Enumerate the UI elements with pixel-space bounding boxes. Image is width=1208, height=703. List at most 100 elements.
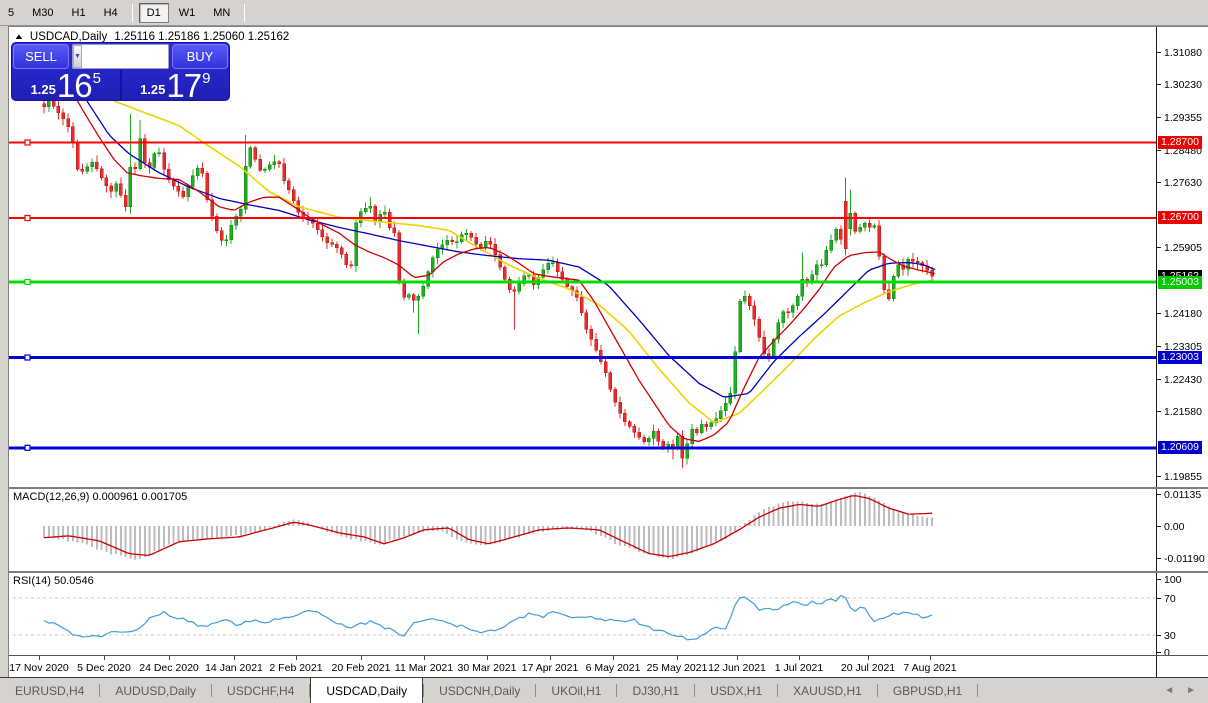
price-tick-label: 1.22430 xyxy=(1164,373,1202,386)
price-tick-label: 1.30230 xyxy=(1164,79,1202,92)
timeframe-button-d1[interactable]: D1 xyxy=(138,2,169,23)
date-tick-label: 1 Jul 2021 xyxy=(774,662,824,674)
price-tick-label: 1.24180 xyxy=(1164,307,1202,320)
price-tick-label: 1.21580 xyxy=(1164,405,1202,418)
date-tick-label: 24 Dec 2020 xyxy=(139,662,199,674)
tab-scroll-right-icon[interactable]: ► xyxy=(1186,685,1196,696)
tab-scroll-left-icon[interactable]: ◄ xyxy=(1164,685,1174,696)
sell-button[interactable]: SELL xyxy=(13,44,69,69)
rsi-indicator-label: RSI(14) 50.0546 xyxy=(13,575,94,587)
rsi-pane-canvas[interactable] xyxy=(9,573,1156,656)
one-click-trade-panel: SELL ▼ ▲ BUY 1.25 16 5 xyxy=(11,42,230,101)
timeframe-toolbar: 5 M30 H1 H4 D1 W1 MN xyxy=(0,0,1208,26)
tab-audusd-daily[interactable]: AUDUSD,Daily xyxy=(100,678,211,703)
date-tick-label: 17 Apr 2021 xyxy=(521,662,579,674)
tab-dj30-h1[interactable]: DJ30,H1 xyxy=(617,678,694,703)
timeframe-button-h1[interactable]: H1 xyxy=(64,3,94,23)
date-tick-mark xyxy=(169,656,170,660)
macd-tick-label: -0.01190 xyxy=(1164,553,1205,565)
rsi-tick-label: 0 xyxy=(1164,646,1170,659)
date-tick-mark xyxy=(296,656,297,660)
price-level-badge: 1.20609 xyxy=(1158,441,1202,455)
axis-tick-mark xyxy=(1157,52,1161,53)
buy-button[interactable]: BUY xyxy=(172,44,228,69)
date-tick-mark xyxy=(930,656,931,660)
sell-price-big: 16 xyxy=(56,67,93,101)
price-level-badge: 1.28700 xyxy=(1158,136,1202,149)
macd-tick-label: 0.00 xyxy=(1164,520,1185,533)
macd-indicator-label: MACD(12,26,9) 0.000961 0.001705 xyxy=(13,491,188,503)
volume-stepper: ▼ ▲ xyxy=(72,44,169,69)
buy-price-big: 17 xyxy=(166,67,202,101)
date-axis: 17 Nov 2020 5 Dec 2020 24 Dec 2020 14 Jan 2… xyxy=(9,656,1156,678)
date-tick-label: 20 Feb 2021 xyxy=(331,662,391,674)
axis-tick-mark xyxy=(1157,379,1161,380)
axis-tick-mark xyxy=(1157,635,1161,636)
date-tick-label: 30 Mar 2021 xyxy=(457,662,517,674)
axis-tick-mark xyxy=(1157,346,1161,347)
date-tick-mark xyxy=(104,656,105,660)
date-tick-mark xyxy=(361,656,362,660)
price-axis: 1.31080 1.30230 1.29355 1.28480 1.27630 1.259… xyxy=(1156,27,1208,678)
tab-usdx-h1[interactable]: USDX,H1 xyxy=(695,678,777,703)
date-tick-label: 14 Jan 2021 xyxy=(205,662,263,674)
date-tick-mark xyxy=(424,656,425,660)
tab-ukoil-h1[interactable]: UKOil,H1 xyxy=(536,678,616,703)
date-tick-mark xyxy=(613,656,614,660)
tab-separator xyxy=(977,684,979,697)
toolbar-separator xyxy=(244,3,246,22)
tab-xauusd-h1[interactable]: XAUUSD,H1 xyxy=(778,678,877,703)
axis-tick-mark xyxy=(1157,117,1161,118)
price-level-badge: 1.25003 xyxy=(1158,275,1202,289)
axis-tick-mark xyxy=(1157,579,1161,580)
tab-usdcnh-daily[interactable]: USDCNH,Daily xyxy=(424,678,535,703)
price-level-badge: 1.26700 xyxy=(1158,211,1202,225)
price-tick-label: 1.31080 xyxy=(1164,47,1202,60)
volume-input[interactable] xyxy=(81,45,168,68)
axis-tick-mark xyxy=(1157,313,1161,314)
axis-tick-mark xyxy=(1157,526,1161,527)
tab-usdcad-daily[interactable]: USDCAD,Daily xyxy=(310,677,424,703)
axis-tick-mark xyxy=(1157,247,1161,248)
buy-price-sup: 9 xyxy=(202,70,211,87)
chart-plot-area[interactable]: ▲ USDCAD,Daily 1.25116 1.25186 1.25060 1… xyxy=(9,27,1156,678)
price-level-badge: 1.23003 xyxy=(1158,350,1202,364)
sell-price-sup: 5 xyxy=(92,70,101,87)
timeframe-button-h4[interactable]: H4 xyxy=(96,3,126,23)
tab-gbpusd-h1[interactable]: GBPUSD,H1 xyxy=(878,678,977,703)
sell-price-display[interactable]: 1.25 16 5 xyxy=(12,67,120,101)
axis-tick-mark xyxy=(1157,150,1161,151)
timeframe-button-m30[interactable]: M30 xyxy=(24,3,61,23)
chart-window: ▲ USDCAD,Daily 1.25116 1.25186 1.25060 1… xyxy=(8,26,1208,678)
date-tick-mark xyxy=(487,656,488,660)
buy-price-display[interactable]: 1.25 17 9 xyxy=(122,67,230,101)
tab-eurusd-h4[interactable]: EURUSD,H4 xyxy=(0,678,99,703)
macd-tick-label: 0.01135 xyxy=(1164,489,1202,502)
date-tick-mark xyxy=(39,656,40,660)
sell-price-prefix: 1.25 xyxy=(30,82,56,97)
axis-tick-mark xyxy=(1157,558,1161,559)
macd-pane-splitter[interactable] xyxy=(9,487,1208,489)
axis-tick-mark xyxy=(1157,84,1161,85)
date-tick-mark xyxy=(677,656,678,660)
price-tick-label: 1.29355 xyxy=(1164,112,1202,125)
price-tick-label: 1.27630 xyxy=(1164,177,1202,190)
axis-tick-mark xyxy=(1157,494,1161,495)
toolbar-separator xyxy=(131,3,133,22)
date-tick-label: 5 Dec 2020 xyxy=(77,662,131,674)
volume-decrease-button[interactable]: ▼ xyxy=(73,45,82,68)
tab-usdchf-h4[interactable]: USDCHF,H4 xyxy=(212,678,309,703)
axis-tick-mark xyxy=(1157,476,1161,477)
rsi-tick-label: 70 xyxy=(1164,592,1176,605)
timeframe-button-mn[interactable]: MN xyxy=(205,3,238,23)
timeframe-button-5[interactable]: 5 xyxy=(0,3,22,23)
date-tick-mark xyxy=(799,656,800,660)
price-tick-label: 1.25905 xyxy=(1164,242,1202,255)
rsi-pane-splitter[interactable] xyxy=(9,571,1208,573)
collapse-arrow-icon[interactable]: ▲ xyxy=(13,33,24,41)
timeframe-button-w1[interactable]: W1 xyxy=(171,3,204,23)
axis-tick-mark xyxy=(1157,182,1161,183)
chart-tab-bar: EURUSD,H4 AUDUSD,Daily USDCHF,H4 USDCAD,Dai… xyxy=(0,677,1208,703)
rsi-tick-label: 100 xyxy=(1164,573,1182,586)
date-tick-label: 25 May 2021 xyxy=(646,662,708,674)
